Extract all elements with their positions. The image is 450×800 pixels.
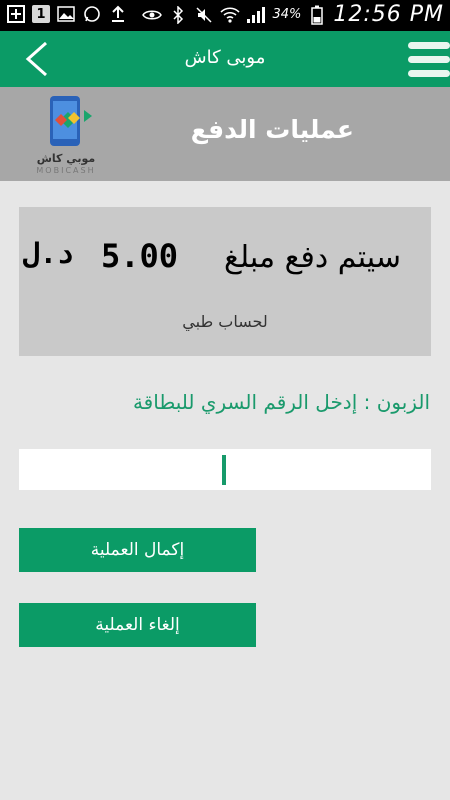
battery-percentage: 34%	[272, 7, 302, 22]
mobicash-logo: موبي كاش MOBICASH	[22, 94, 110, 175]
pin-prompt: الزبون : إدخل الرقم السري للبطاقة	[132, 390, 430, 414]
text-cursor	[222, 455, 226, 485]
logo-text-english: MOBICASH	[36, 166, 96, 175]
currency-label: د.ل	[23, 237, 74, 270]
eye-icon	[142, 5, 163, 25]
logo-text-arabic: موبي كاش	[36, 152, 96, 165]
bluetooth-icon	[168, 5, 188, 25]
notification-icons: 1	[6, 4, 128, 24]
payment-amount-label: سيتم دفع مبلغ	[224, 240, 401, 275]
add-icon	[6, 4, 26, 24]
clock: 12:56 PM	[333, 2, 444, 27]
signal-icon	[246, 5, 266, 25]
image-icon	[56, 4, 76, 24]
recipient-account: لحساب طبي	[182, 312, 268, 331]
cancel-transaction-button[interactable]: إلغاء العملية	[19, 603, 256, 647]
app-title: موبى كاش	[184, 47, 266, 68]
upload-icon	[108, 4, 128, 24]
mute-icon	[194, 5, 214, 25]
notification-count-badge: 1	[32, 5, 50, 23]
sub-header: موبي كاش MOBICASH عمليات الدفع	[0, 87, 450, 181]
payment-summary-card: سيتم دفع مبلغ 5.00 د.ل لحساب طبي	[19, 207, 431, 356]
battery-icon	[307, 5, 327, 25]
menu-icon	[408, 42, 450, 49]
wifi-icon	[220, 5, 241, 25]
payment-amount: 5.00	[101, 237, 179, 275]
complete-transaction-button[interactable]: إكمال العملية	[19, 528, 256, 572]
phone-logo-icon	[50, 96, 92, 146]
app-header: موبى كاش	[0, 31, 450, 87]
menu-button[interactable]	[408, 40, 450, 80]
page-title: عمليات الدفع	[190, 115, 354, 144]
status-bar: 1 34% 12:56 PM	[0, 0, 450, 31]
whatsapp-icon	[82, 4, 102, 24]
system-status-icons: 34% 12:56 PM	[142, 2, 444, 27]
